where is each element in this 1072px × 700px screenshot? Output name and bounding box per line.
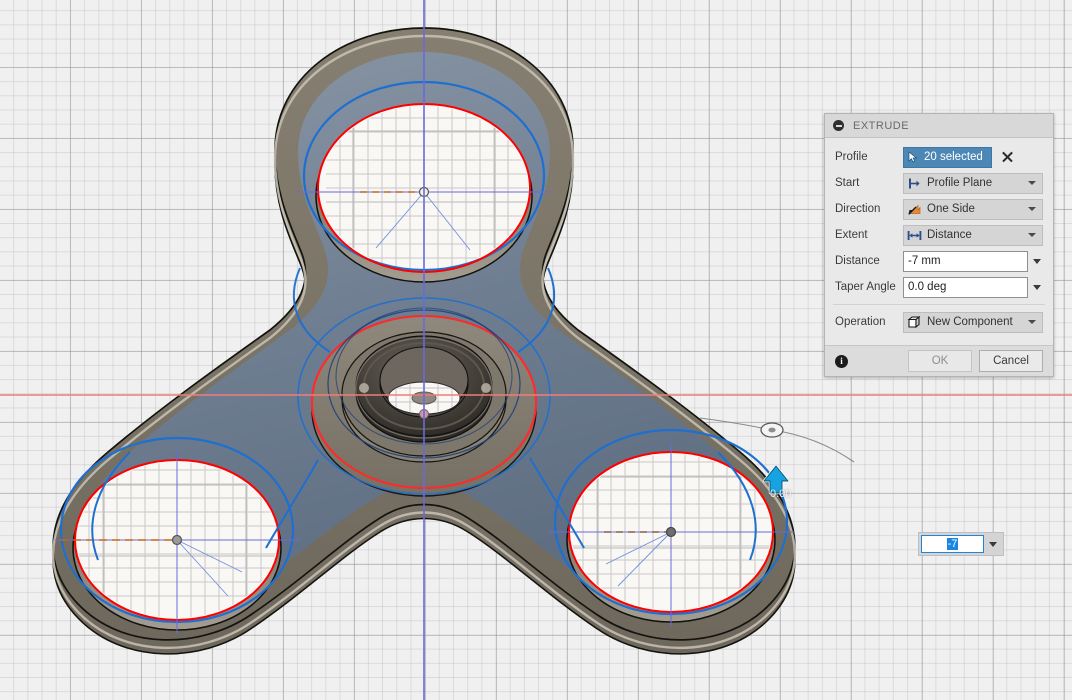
label-direction: Direction [835,203,903,215]
start-dropdown[interactable]: Profile Plane [903,173,1043,194]
profile-selection-chip[interactable]: 20 selected [903,147,992,168]
direction-dropdown[interactable]: One Side [903,199,1043,220]
row-profile: Profile 20 selected [825,144,1053,170]
chevron-down-icon[interactable] [1033,259,1041,264]
close-x-icon[interactable] [1001,151,1014,164]
floating-distance-field[interactable]: -7 [921,535,984,553]
dialog-footer: i OK Cancel [825,345,1053,376]
distance-input[interactable]: -7 mm [903,251,1028,272]
chevron-down-icon[interactable] [1028,233,1036,237]
label-extent: Extent [835,229,903,241]
row-operation: Operation New Component [825,309,1053,335]
label-start: Start [835,177,903,189]
info-icon[interactable]: i [835,355,848,368]
drag-handle-circle-icon[interactable] [761,423,783,437]
chevron-down-icon[interactable] [989,542,997,547]
taper-angle-input[interactable]: 0.0 deg [903,277,1028,298]
manipulator-distance-label: 0.00 [770,488,791,500]
label-profile: Profile [835,151,903,163]
extrude-dialog[interactable]: EXTRUDE Profile 20 selected Start [824,113,1054,377]
row-taper-angle: Taper Angle 0.0 deg [825,274,1053,300]
row-distance: Distance -7 mm [825,248,1053,274]
label-operation: Operation [835,316,903,328]
section-divider [833,304,1045,305]
chevron-down-icon[interactable] [1033,285,1041,290]
cursor-arrow-icon [908,151,919,163]
one-side-arrow-icon [907,203,922,216]
operation-value: New Component [927,316,1023,328]
profile-selection-count: 20 selected [924,151,983,163]
cancel-button[interactable]: Cancel [979,350,1043,372]
dialog-title: EXTRUDE [853,120,909,132]
taper-angle-value: 0.0 deg [908,281,946,293]
floating-distance-input[interactable]: -7 [918,532,1004,556]
label-distance: Distance [835,255,903,267]
chevron-down-icon[interactable] [1028,207,1036,211]
dialog-body: Profile 20 selected Start [825,138,1053,345]
row-direction: Direction One Side [825,196,1053,222]
row-extent: Extent Distance [825,222,1053,248]
operation-dropdown[interactable]: New Component [903,312,1043,333]
chevron-down-icon[interactable] [1028,320,1036,324]
extent-dropdown[interactable]: Distance [903,225,1043,246]
new-component-cube-icon [907,316,922,329]
extent-value: Distance [927,229,1023,241]
row-start: Start Profile Plane [825,170,1053,196]
chevron-down-icon[interactable] [1028,181,1036,185]
profile-plane-icon [907,177,922,190]
start-value: Profile Plane [927,177,1023,189]
distance-arrows-icon [907,229,922,242]
direction-value: One Side [927,203,1023,215]
distance-value: -7 mm [908,255,941,267]
minus-circle-icon[interactable] [833,120,844,131]
floating-distance-value: -7 [947,538,959,550]
dialog-header[interactable]: EXTRUDE [825,114,1053,138]
ok-button[interactable]: OK [908,350,972,372]
label-taper-angle: Taper Angle [835,281,903,293]
